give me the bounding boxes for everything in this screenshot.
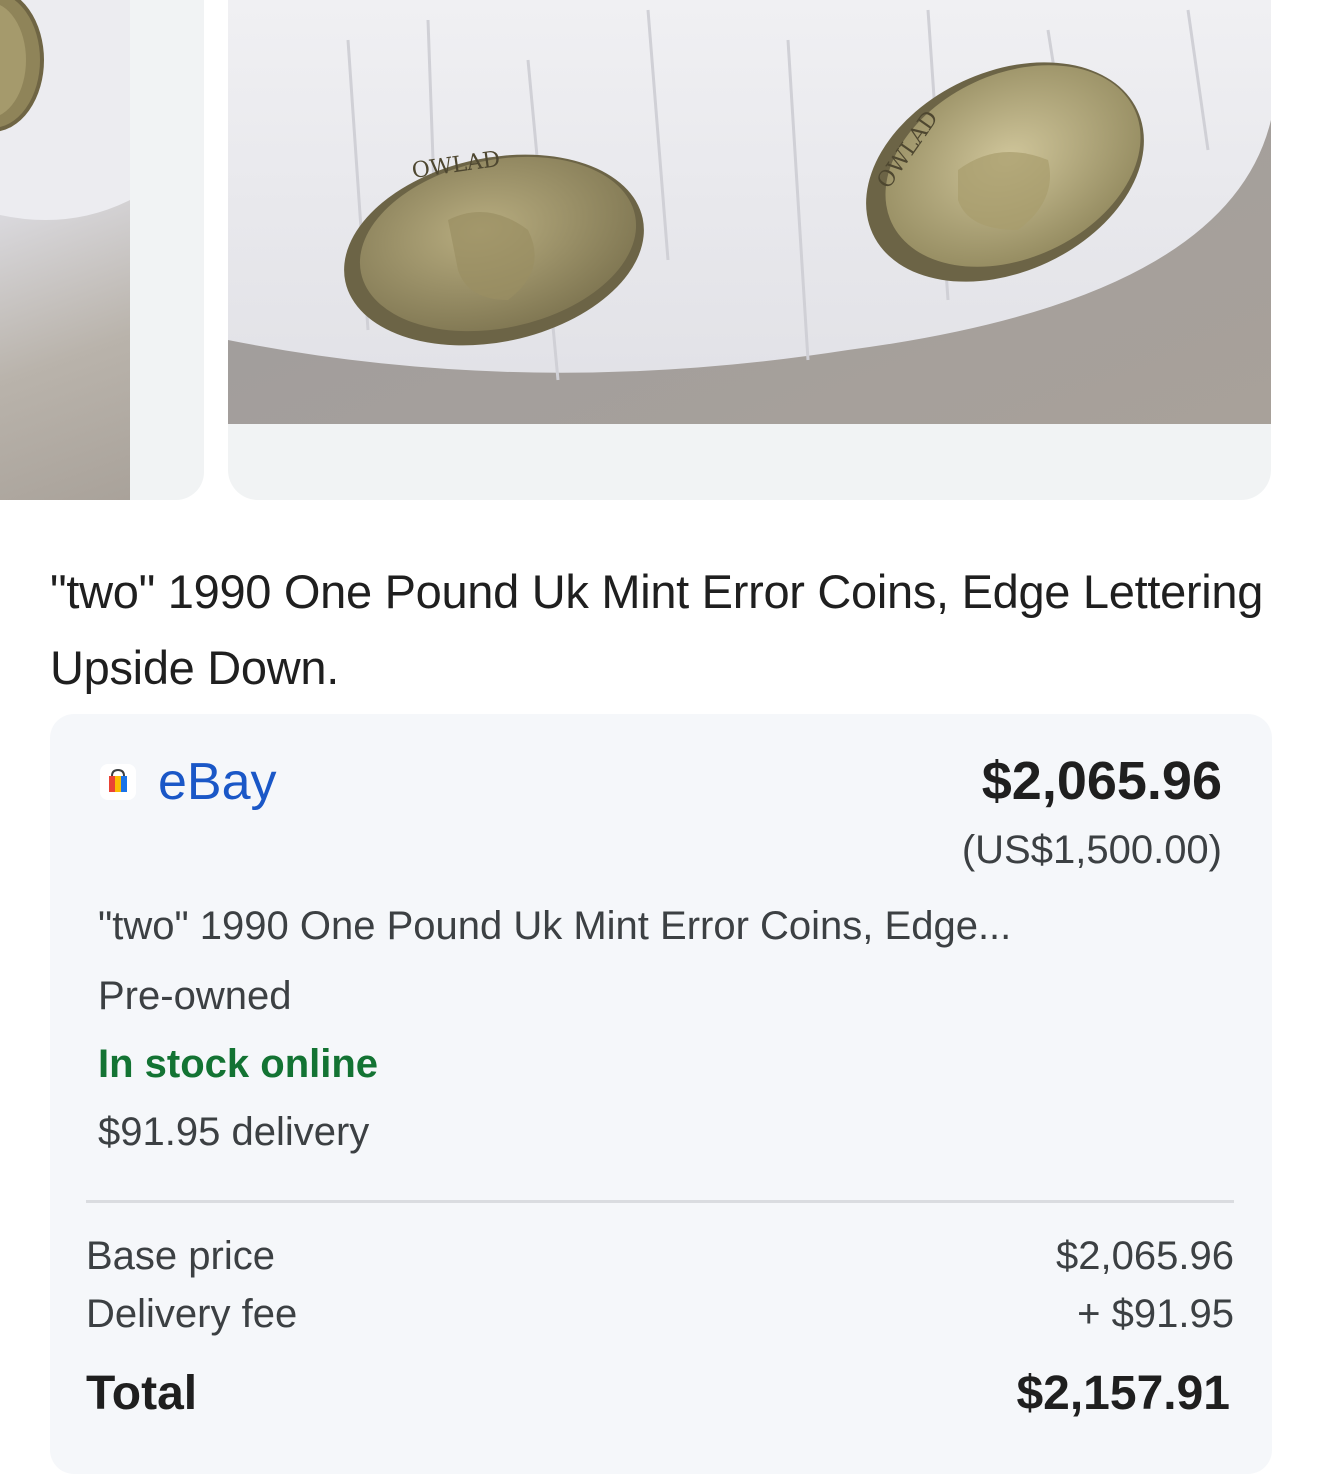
coins-photo: OWLAD OWLAD — [228, 0, 1271, 424]
image-gallery: OWLAD OWLAD — [0, 0, 1321, 500]
previous-image-thumbnail[interactable] — [0, 0, 204, 500]
total-value: $2,157.91 — [1016, 1367, 1230, 1420]
total-label: Total — [86, 1367, 198, 1420]
offer-price: $2,065.96 — [981, 751, 1222, 811]
product-title: "two" 1990 One Pound Uk Mint Error Coins… — [50, 565, 1264, 694]
store-name[interactable]: eBay — [158, 754, 277, 810]
delivery-cost: $91.95 delivery — [98, 1110, 370, 1154]
original-currency-price: (US$1,500.00) — [961, 828, 1222, 872]
previous-image-photo — [0, 0, 130, 500]
divider — [86, 1200, 1234, 1203]
base-price-value: $2,065.96 — [1056, 1234, 1234, 1278]
shopping-bag-icon — [100, 764, 136, 800]
delivery-fee-value: + $91.95 — [1077, 1292, 1234, 1336]
item-condition: Pre-owned — [98, 974, 292, 1018]
offer-card[interactable]: eBay $2,065.96 (US$1,500.00) "two" 1990 … — [50, 714, 1272, 1474]
store-link[interactable]: eBay — [98, 754, 277, 810]
main-product-image[interactable]: OWLAD OWLAD — [228, 0, 1271, 500]
delivery-fee-label: Delivery fee — [86, 1292, 298, 1336]
base-price-label: Base price — [86, 1234, 275, 1278]
stock-status: In stock online — [98, 1042, 379, 1086]
offer-item-name[interactable]: "two" 1990 One Pound Uk Mint Error Coins… — [98, 904, 1011, 949]
